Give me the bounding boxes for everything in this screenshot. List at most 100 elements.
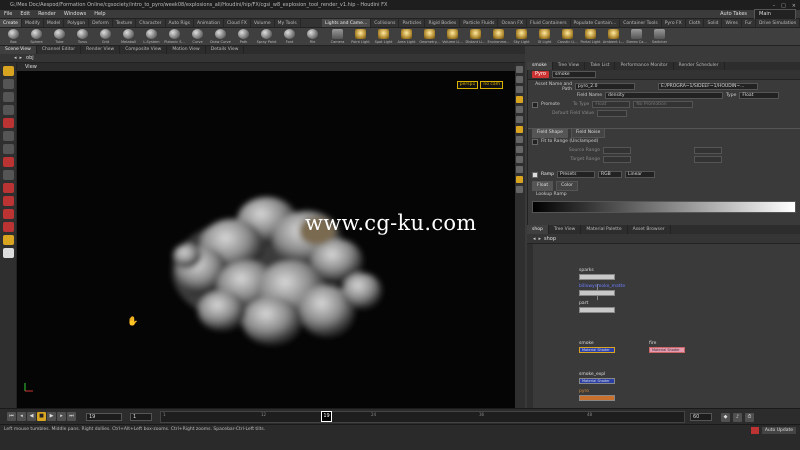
- node-smoke[interactable]: smoke Material Shader: [579, 341, 615, 353]
- tool-sky-light[interactable]: Sky Light: [510, 28, 533, 45]
- display-shade-icon[interactable]: [516, 86, 523, 93]
- tab-performance-monitor[interactable]: Performance Monitor: [615, 62, 674, 70]
- handle-tool-icon[interactable]: [3, 118, 14, 128]
- display-option-icon[interactable]: [516, 66, 523, 73]
- move-tool-icon[interactable]: [3, 79, 14, 89]
- display-wire-icon[interactable]: [516, 76, 523, 83]
- shelf-tab-solid[interactable]: Solid: [704, 19, 723, 27]
- shelf-tab-volume[interactable]: Volume: [251, 19, 275, 27]
- tab-material-palette[interactable]: Material Palette: [581, 225, 628, 234]
- magnet-tool-icon[interactable]: [3, 157, 14, 167]
- tool-draw-curve[interactable]: Draw Curve: [209, 28, 232, 45]
- display-cull-icon[interactable]: [516, 166, 523, 173]
- to-type-select[interactable]: Float: [592, 101, 631, 108]
- tool-spray-paint[interactable]: Spray Paint: [255, 28, 278, 45]
- view-tool-icon[interactable]: [3, 144, 14, 154]
- shelf-tab-animation[interactable]: Animation: [194, 19, 224, 27]
- ramp-checkbox[interactable]: [532, 171, 538, 178]
- tool-platonic[interactable]: Platonic S...: [163, 28, 186, 45]
- 3d-viewport[interactable]: persp1 no cam www.cg-ku.com ✋: [17, 71, 515, 408]
- tool-gi-light[interactable]: GI Light: [533, 28, 556, 45]
- auto-update-select[interactable]: Auto Update: [761, 427, 796, 434]
- menu-render[interactable]: Render: [34, 10, 60, 19]
- promote-checkbox[interactable]: [532, 101, 538, 108]
- ramp-presets-select[interactable]: Presets: [557, 171, 596, 178]
- tab-shop[interactable]: shop: [527, 225, 549, 234]
- shelf-tab-texture[interactable]: Texture: [113, 19, 137, 27]
- snap-prim-icon[interactable]: [3, 196, 14, 206]
- display-points-icon[interactable]: [516, 116, 523, 123]
- shelf-tab-fluid-containers[interactable]: Fluid Containers: [527, 19, 571, 27]
- shelf-tab-my-tools[interactable]: My Tools: [275, 19, 301, 27]
- step-back-icon[interactable]: ◂: [17, 412, 26, 421]
- shelf-tab-cloth[interactable]: Cloth: [686, 19, 705, 27]
- display-bg-icon[interactable]: [516, 136, 523, 143]
- tab-field-shape[interactable]: Field Shape: [532, 128, 568, 138]
- menu-windows[interactable]: Windows: [60, 10, 90, 19]
- tool-distant-light[interactable]: Distant Li...: [464, 28, 487, 45]
- node-name-field[interactable]: smoke: [551, 71, 596, 78]
- shelf-tab-pyro-fx[interactable]: Pyro FX: [662, 19, 686, 27]
- pose-tool-icon[interactable]: [3, 131, 14, 141]
- tab-channel-editor[interactable]: Channel Editor: [37, 46, 82, 54]
- asset-path-field[interactable]: E:/PROGRA~1/SIDEEF~1/HOUDIN~...: [658, 83, 758, 90]
- error-indicator-icon[interactable]: [750, 427, 759, 434]
- net-forward-icon[interactable]: ▸: [539, 236, 542, 242]
- tool-tube[interactable]: Tube: [48, 28, 71, 45]
- node-fire[interactable]: fire Material Shader: [649, 341, 685, 353]
- shelf-tab-deform[interactable]: Deform: [89, 19, 113, 27]
- display-ghost-icon[interactable]: [516, 106, 523, 113]
- jump-end-icon[interactable]: ⏭: [67, 412, 76, 421]
- display-light-icon[interactable]: [516, 96, 523, 103]
- display-normals-icon[interactable]: [516, 126, 523, 133]
- tool-curve[interactable]: Curve: [186, 28, 209, 45]
- tab-parameters[interactable]: smoke: [527, 62, 553, 70]
- shelf-tab-populate[interactable]: Populate Contain...: [571, 19, 621, 27]
- tool-caustic-light[interactable]: Caustic Li...: [556, 28, 579, 45]
- network-editor[interactable]: sparks billowysmoke_matte part smoke Mat…: [533, 244, 800, 408]
- shelf-tab-cloud-fx[interactable]: Cloud FX: [224, 19, 251, 27]
- shelf-tab-ocean-fx[interactable]: Ocean FX: [498, 19, 527, 27]
- node-billowysmoke-matte[interactable]: billowysmoke_matte: [579, 284, 625, 296]
- shelf-tab-container-tools[interactable]: Container Tools: [620, 19, 662, 27]
- tab-motion-view[interactable]: Motion View: [167, 46, 206, 54]
- path-forward-icon[interactable]: ▸: [20, 55, 23, 61]
- shelf-tab-create[interactable]: Create: [0, 19, 22, 27]
- play-icon[interactable]: ▶: [47, 412, 56, 421]
- jump-start-icon[interactable]: ⏮: [7, 412, 16, 421]
- auto-takes-label[interactable]: Auto Takes: [716, 10, 751, 19]
- tool-metaball[interactable]: Metaball: [117, 28, 140, 45]
- snap-grid-icon[interactable]: [3, 183, 14, 193]
- shelf-tab-model[interactable]: Model: [44, 19, 65, 27]
- tab-field-noise[interactable]: Field Noise: [570, 128, 606, 138]
- ramp-rgb-select[interactable]: RGB: [598, 171, 623, 178]
- tool-ambient-light[interactable]: Ambient L...: [602, 28, 625, 45]
- tool-stereo-camera[interactable]: Stereo Ca...: [625, 28, 648, 45]
- tool-file[interactable]: File: [301, 28, 324, 45]
- snap-point-icon[interactable]: [3, 209, 14, 219]
- step-forward-icon[interactable]: ▸: [57, 412, 66, 421]
- shelf-tab-lights[interactable]: Lights and Came...: [322, 19, 372, 27]
- tool-box[interactable]: Box: [2, 28, 25, 45]
- tool-sphere[interactable]: Sphere: [25, 28, 48, 45]
- brush-tool-icon[interactable]: [3, 170, 14, 180]
- node-part[interactable]: part: [579, 301, 615, 313]
- tab-tree-view[interactable]: Tree View: [553, 62, 586, 70]
- tool-font[interactable]: Font: [278, 28, 301, 45]
- rotate-tool-icon[interactable]: [3, 92, 14, 102]
- shelf-tab-fur[interactable]: Fur: [742, 19, 756, 27]
- default-field-input[interactable]: [597, 110, 627, 117]
- tool-volume-light[interactable]: Volume Li...: [441, 28, 464, 45]
- tool-geometry-light[interactable]: Geometry...: [418, 28, 441, 45]
- shelf-tab-collisions[interactable]: Collisions: [371, 19, 400, 27]
- shelf-tab-particle-fluids[interactable]: Particle Fluids: [460, 19, 499, 27]
- shelf-tab-polygon[interactable]: Polygon: [64, 19, 90, 27]
- tool-path[interactable]: Path: [232, 28, 255, 45]
- menu-file[interactable]: File: [0, 10, 16, 19]
- target-range-max[interactable]: [694, 156, 722, 163]
- tab-render-scheduler[interactable]: Render Scheduler: [674, 62, 725, 70]
- shelf-tab-particles[interactable]: Particles: [399, 19, 426, 27]
- target-range-min[interactable]: [603, 156, 631, 163]
- end-frame-field[interactable]: 60: [690, 413, 712, 421]
- source-range-max[interactable]: [694, 147, 722, 154]
